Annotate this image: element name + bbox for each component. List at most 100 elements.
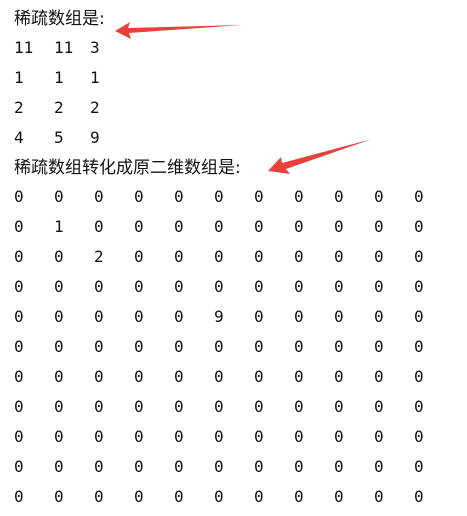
restored-array-cell: 0 — [374, 337, 384, 356]
restored-array-cell: 0 — [214, 397, 224, 416]
restored-array-cell: 2 — [94, 247, 104, 266]
restored-array-cell: 0 — [294, 277, 304, 296]
console-output: 稀疏数组是: 11 11 3 1 1 1 2 2 2 4 5 9 稀疏数组转化成原二维数组是: 000… — [0, 0, 467, 516]
restored-array-cell: 0 — [334, 217, 344, 236]
sparse-array-cell: 9 — [90, 128, 100, 147]
restored-array-cell: 0 — [374, 457, 384, 476]
restored-array-cell: 0 — [134, 367, 144, 386]
restored-array-cell: 0 — [334, 247, 344, 266]
restored-array-cell: 1 — [54, 217, 64, 236]
sparse-array-heading: 稀疏数组是: — [14, 9, 105, 29]
restored-array-cell: 0 — [414, 307, 424, 326]
restored-array-cell: 0 — [134, 337, 144, 356]
sparse-array-cell: 5 — [54, 128, 64, 147]
restored-array-cell: 0 — [254, 457, 264, 476]
restored-array-cell: 0 — [334, 427, 344, 446]
restored-array-cell: 0 — [254, 247, 264, 266]
restored-array-cell: 0 — [14, 397, 24, 416]
restored-array-cell: 0 — [294, 187, 304, 206]
restored-array-cell: 0 — [294, 457, 304, 476]
annotation-arrow-icon — [115, 22, 242, 39]
restored-array-cell: 0 — [254, 217, 264, 236]
restored-array-cell: 0 — [174, 367, 184, 386]
restored-array-cell: 0 — [334, 187, 344, 206]
sparse-array-cell: 11 — [54, 38, 74, 57]
restored-array-cell: 0 — [214, 487, 224, 506]
restored-array-cell: 0 — [294, 247, 304, 266]
restored-array-cell: 0 — [414, 427, 424, 446]
sparse-array-cell: 1 — [54, 68, 64, 87]
restored-array-cell: 0 — [94, 427, 104, 446]
restored-array-cell: 0 — [174, 487, 184, 506]
restored-array-cell: 0 — [134, 457, 144, 476]
restored-array-cell: 0 — [214, 247, 224, 266]
restored-array-cell: 0 — [134, 247, 144, 266]
restored-array-cell: 0 — [414, 397, 424, 416]
restored-array-cell: 0 — [334, 277, 344, 296]
restored-array-cell: 9 — [214, 307, 224, 326]
restored-array-cell: 0 — [174, 427, 184, 446]
restored-array-cell: 0 — [254, 277, 264, 296]
restored-array-cell: 0 — [54, 427, 64, 446]
restored-array-cell: 0 — [294, 427, 304, 446]
restored-array-cell: 0 — [414, 457, 424, 476]
restored-array-cell: 0 — [214, 337, 224, 356]
restored-array-cell: 0 — [174, 307, 184, 326]
restored-array-cell: 0 — [14, 277, 24, 296]
restored-array-cell: 0 — [54, 337, 64, 356]
restored-array-cell: 0 — [254, 367, 264, 386]
restored-array-cell: 0 — [14, 247, 24, 266]
restored-array-cell: 0 — [174, 217, 184, 236]
restored-array-cell: 0 — [54, 457, 64, 476]
restored-array-cell: 0 — [414, 277, 424, 296]
sparse-array-cell: 2 — [54, 98, 64, 117]
annotation-arrow-icon — [268, 139, 372, 174]
restored-array-cell: 0 — [334, 337, 344, 356]
restored-array-cell: 0 — [174, 187, 184, 206]
restored-array-cell: 0 — [414, 247, 424, 266]
restored-array-cell: 0 — [54, 247, 64, 266]
restored-array-cell: 0 — [94, 277, 104, 296]
sparse-array-cell: 4 — [14, 128, 24, 147]
restored-array-cell: 0 — [94, 457, 104, 476]
restored-array-cell: 0 — [14, 427, 24, 446]
restored-array-cell: 0 — [374, 307, 384, 326]
sparse-array-cell: 1 — [14, 68, 24, 87]
restored-array-cell: 0 — [374, 397, 384, 416]
restored-array-cell: 0 — [334, 397, 344, 416]
restored-array-cell: 0 — [14, 367, 24, 386]
restored-array-cell: 0 — [14, 217, 24, 236]
restored-array-cell: 0 — [54, 277, 64, 296]
restored-array-cell: 0 — [94, 337, 104, 356]
restored-array-cell: 0 — [294, 487, 304, 506]
sparse-array-cell: 1 — [90, 68, 100, 87]
restored-array-cell: 0 — [294, 367, 304, 386]
restored-array-cell: 0 — [134, 277, 144, 296]
restored-array-cell: 0 — [134, 487, 144, 506]
restored-array-cell: 0 — [254, 307, 264, 326]
restored-array-cell: 0 — [174, 457, 184, 476]
sparse-array-cell: 3 — [90, 38, 100, 57]
restored-array-cell: 0 — [134, 427, 144, 446]
restored-array-cell: 0 — [94, 307, 104, 326]
restored-array-cell: 0 — [414, 487, 424, 506]
restored-array-cell: 0 — [374, 487, 384, 506]
restored-array-cell: 0 — [294, 307, 304, 326]
restored-array-cell: 0 — [214, 427, 224, 446]
restored-array-cell: 0 — [14, 307, 24, 326]
restored-array-cell: 0 — [94, 217, 104, 236]
restored-array-cell: 0 — [414, 187, 424, 206]
restored-array-cell: 0 — [214, 367, 224, 386]
restored-array-cell: 0 — [294, 397, 304, 416]
restored-array-heading: 稀疏数组转化成原二维数组是: — [14, 158, 241, 178]
restored-array-cell: 0 — [94, 187, 104, 206]
restored-array-cell: 0 — [174, 397, 184, 416]
restored-array-cell: 0 — [54, 487, 64, 506]
restored-array-cell: 0 — [14, 187, 24, 206]
restored-array-cell: 0 — [254, 337, 264, 356]
restored-array-cell: 0 — [14, 457, 24, 476]
restored-array-cell: 0 — [334, 457, 344, 476]
restored-array-cell: 0 — [254, 427, 264, 446]
restored-array-cell: 0 — [134, 307, 144, 326]
restored-array-cell: 0 — [14, 487, 24, 506]
